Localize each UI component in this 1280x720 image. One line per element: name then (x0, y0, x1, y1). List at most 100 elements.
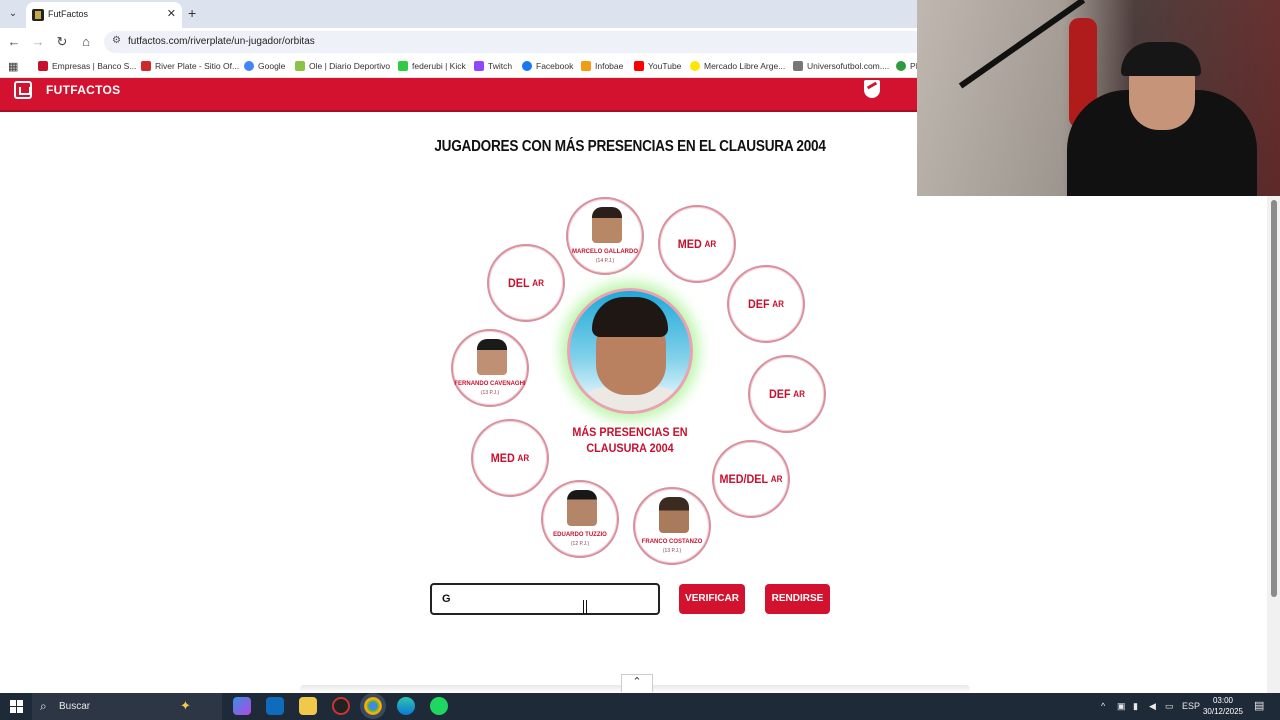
outlook-icon[interactable] (266, 697, 284, 715)
back-icon[interactable]: ← (6, 34, 22, 49)
new-tab-icon[interactable]: + (188, 5, 196, 21)
orb-player: FERNANDO CAVENAGHI (13 P.J.) (451, 329, 529, 407)
slot-label: DEL AR (508, 276, 544, 290)
mystery-player-photo (567, 288, 693, 414)
player-name: FRANCO COSTANZO (641, 539, 703, 545)
orb-slot: MED AR (658, 205, 736, 283)
copilot-icon[interactable] (233, 697, 251, 715)
site-brand[interactable]: FUTFACTOS (46, 83, 120, 97)
river-plate-crest-icon[interactable] (864, 80, 880, 98)
clock-time: 03:00 (1212, 696, 1234, 705)
slot-label: DEF AR (748, 297, 784, 311)
file-explorer-icon[interactable] (299, 697, 317, 715)
kick-icon (398, 61, 408, 71)
bookmark-item[interactable]: Twitch (474, 61, 512, 71)
windows-start-icon[interactable] (10, 700, 23, 713)
player-photo (592, 207, 622, 243)
clock-date: 30/12/2025 (1202, 707, 1244, 716)
volume-icon[interactable]: ◀ (1149, 701, 1156, 712)
tab-futfactos[interactable]: FutFactos ✕ (26, 2, 182, 28)
slot-label: MED AR (490, 451, 530, 465)
apps-grid-icon[interactable]: ▦ (8, 60, 18, 73)
bookmark-item[interactable]: River Plate - Sitio Of... (141, 61, 239, 71)
spotify-icon[interactable] (430, 697, 448, 715)
bookmark-item[interactable]: Universofutbol.com.... (793, 61, 889, 71)
player-photo (659, 497, 689, 533)
bookmark-item[interactable]: Facebook (522, 61, 573, 71)
twitch-icon (474, 61, 484, 71)
show-hidden-icons-icon[interactable]: ^ (1101, 701, 1105, 711)
orb-slot: MED/DEL AR (712, 440, 790, 518)
url-text: futfactos.com/riverplate/un-jugador/orbi… (128, 36, 315, 47)
bookmark-item[interactable]: Infobae (581, 61, 623, 71)
player-name: EDUARDO TUZZIO (553, 532, 607, 538)
bookmark-item[interactable]: Mercado Libre Arge... (690, 61, 785, 71)
player-photo (477, 339, 507, 375)
taskbar-search[interactable]: ⌕ Buscar ✦ (32, 693, 222, 720)
sparkle-icon: ✦ (180, 698, 191, 713)
facebook-icon (522, 61, 532, 71)
network-icon[interactable]: ▭ (1165, 701, 1174, 712)
notification-icon[interactable]: ▤ (1254, 699, 1264, 712)
bookmark-item[interactable]: PI (896, 61, 918, 71)
verify-button[interactable]: VERIFICAR (679, 584, 745, 614)
home-icon[interactable]: ⌂ (78, 34, 94, 49)
tab-strip: ⌄ FutFactos ✕ + (0, 0, 917, 28)
orb-player: EDUARDO TUZZIO (12 P.J.) (541, 480, 619, 558)
language-indicator[interactable]: ESP (1182, 701, 1200, 711)
tray-app-icon[interactable]: ▣ (1117, 701, 1126, 712)
chrome-icon[interactable] (364, 697, 382, 715)
bookmark-item[interactable]: federubi | Kick (398, 61, 466, 71)
bookmark-item[interactable]: YouTube (634, 61, 681, 71)
obs-icon[interactable] (332, 697, 350, 715)
orb-slot: DEF AR (727, 265, 805, 343)
bookmark-icon (295, 61, 305, 71)
surrender-button[interactable]: RENDIRSE (765, 584, 830, 614)
site-header: FUTFACTOS (0, 78, 917, 112)
reload-icon[interactable]: ↻ (54, 34, 70, 50)
close-tab-icon[interactable]: ✕ (167, 7, 176, 20)
page-title: JUGADORES CON MÁS PRESENCIAS EN EL CLAUS… (434, 138, 826, 155)
site-info-icon[interactable]: ⚙ (112, 35, 121, 46)
slot-label: MED/DEL AR (719, 472, 783, 486)
tray-app-icon[interactable]: ▮ (1133, 701, 1138, 712)
bookmark-item[interactable]: Ole | Diario Deportivo (295, 61, 390, 71)
chevron-up-icon[interactable]: ⌃ (621, 674, 653, 692)
bookmark-icon (38, 61, 48, 71)
edge-icon[interactable] (397, 697, 415, 715)
orb-player: FRANCO COSTANZO (13 P.J.) (633, 487, 711, 565)
scrollbar-thumb[interactable] (1271, 200, 1277, 597)
webcam-overlay (917, 0, 1280, 196)
infobae-icon (581, 61, 591, 71)
player-matches: (14 P.J.) (595, 258, 615, 264)
orb-player: MARCELO GALLARDO (14 P.J.) (566, 197, 644, 275)
forward-icon[interactable]: → (30, 34, 46, 49)
search-icon: ⌕ (40, 699, 47, 713)
player-photo (567, 490, 597, 526)
bookmark-icon (141, 61, 151, 71)
youtube-icon (634, 61, 644, 71)
address-bar[interactable]: ⚙ futfactos.com/riverplate/un-jugador/or… (104, 31, 917, 53)
player-answer-input[interactable] (430, 583, 660, 615)
bookmark-item[interactable]: Google (244, 61, 285, 71)
bookmark-icon (793, 61, 803, 71)
google-icon (244, 61, 254, 71)
text-cursor-icon (583, 600, 587, 614)
center-caption: MÁS PRESENCIAS EN CLAUSURA 2004 (572, 425, 688, 455)
player-name: FERNANDO CAVENAGHI (454, 381, 526, 387)
taskbar-clock[interactable]: 03:00 30/12/2025 (1200, 695, 1246, 717)
tab-title: FutFactos (48, 9, 89, 19)
mercadolibre-icon (690, 61, 700, 71)
bookmark-item[interactable]: Empresas | Banco S... (38, 61, 136, 71)
windows-taskbar: ⌕ Buscar ✦ ^ ▣ ▮ ◀ ▭ ESP 03:00 30/12/202… (0, 693, 1280, 720)
browser-toolbar: ← → ↻ ⌂ ⚙ futfactos.com/riverplate/un-ju… (0, 28, 917, 56)
player-matches: (12 P.J.) (570, 541, 590, 547)
futfactos-logo-icon[interactable] (14, 81, 32, 99)
bookmarks-bar: ▦ Empresas | Banco S... River Plate - Si… (0, 56, 918, 78)
tab-search-icon[interactable]: ⌄ (4, 5, 22, 23)
slot-label: MED AR (677, 237, 717, 251)
futfactos-favicon-icon (32, 9, 44, 21)
orb-slot: MED AR (471, 419, 549, 497)
player-matches: (13 P.J.) (662, 548, 682, 554)
player-name: MARCELO GALLARDO (572, 249, 638, 255)
